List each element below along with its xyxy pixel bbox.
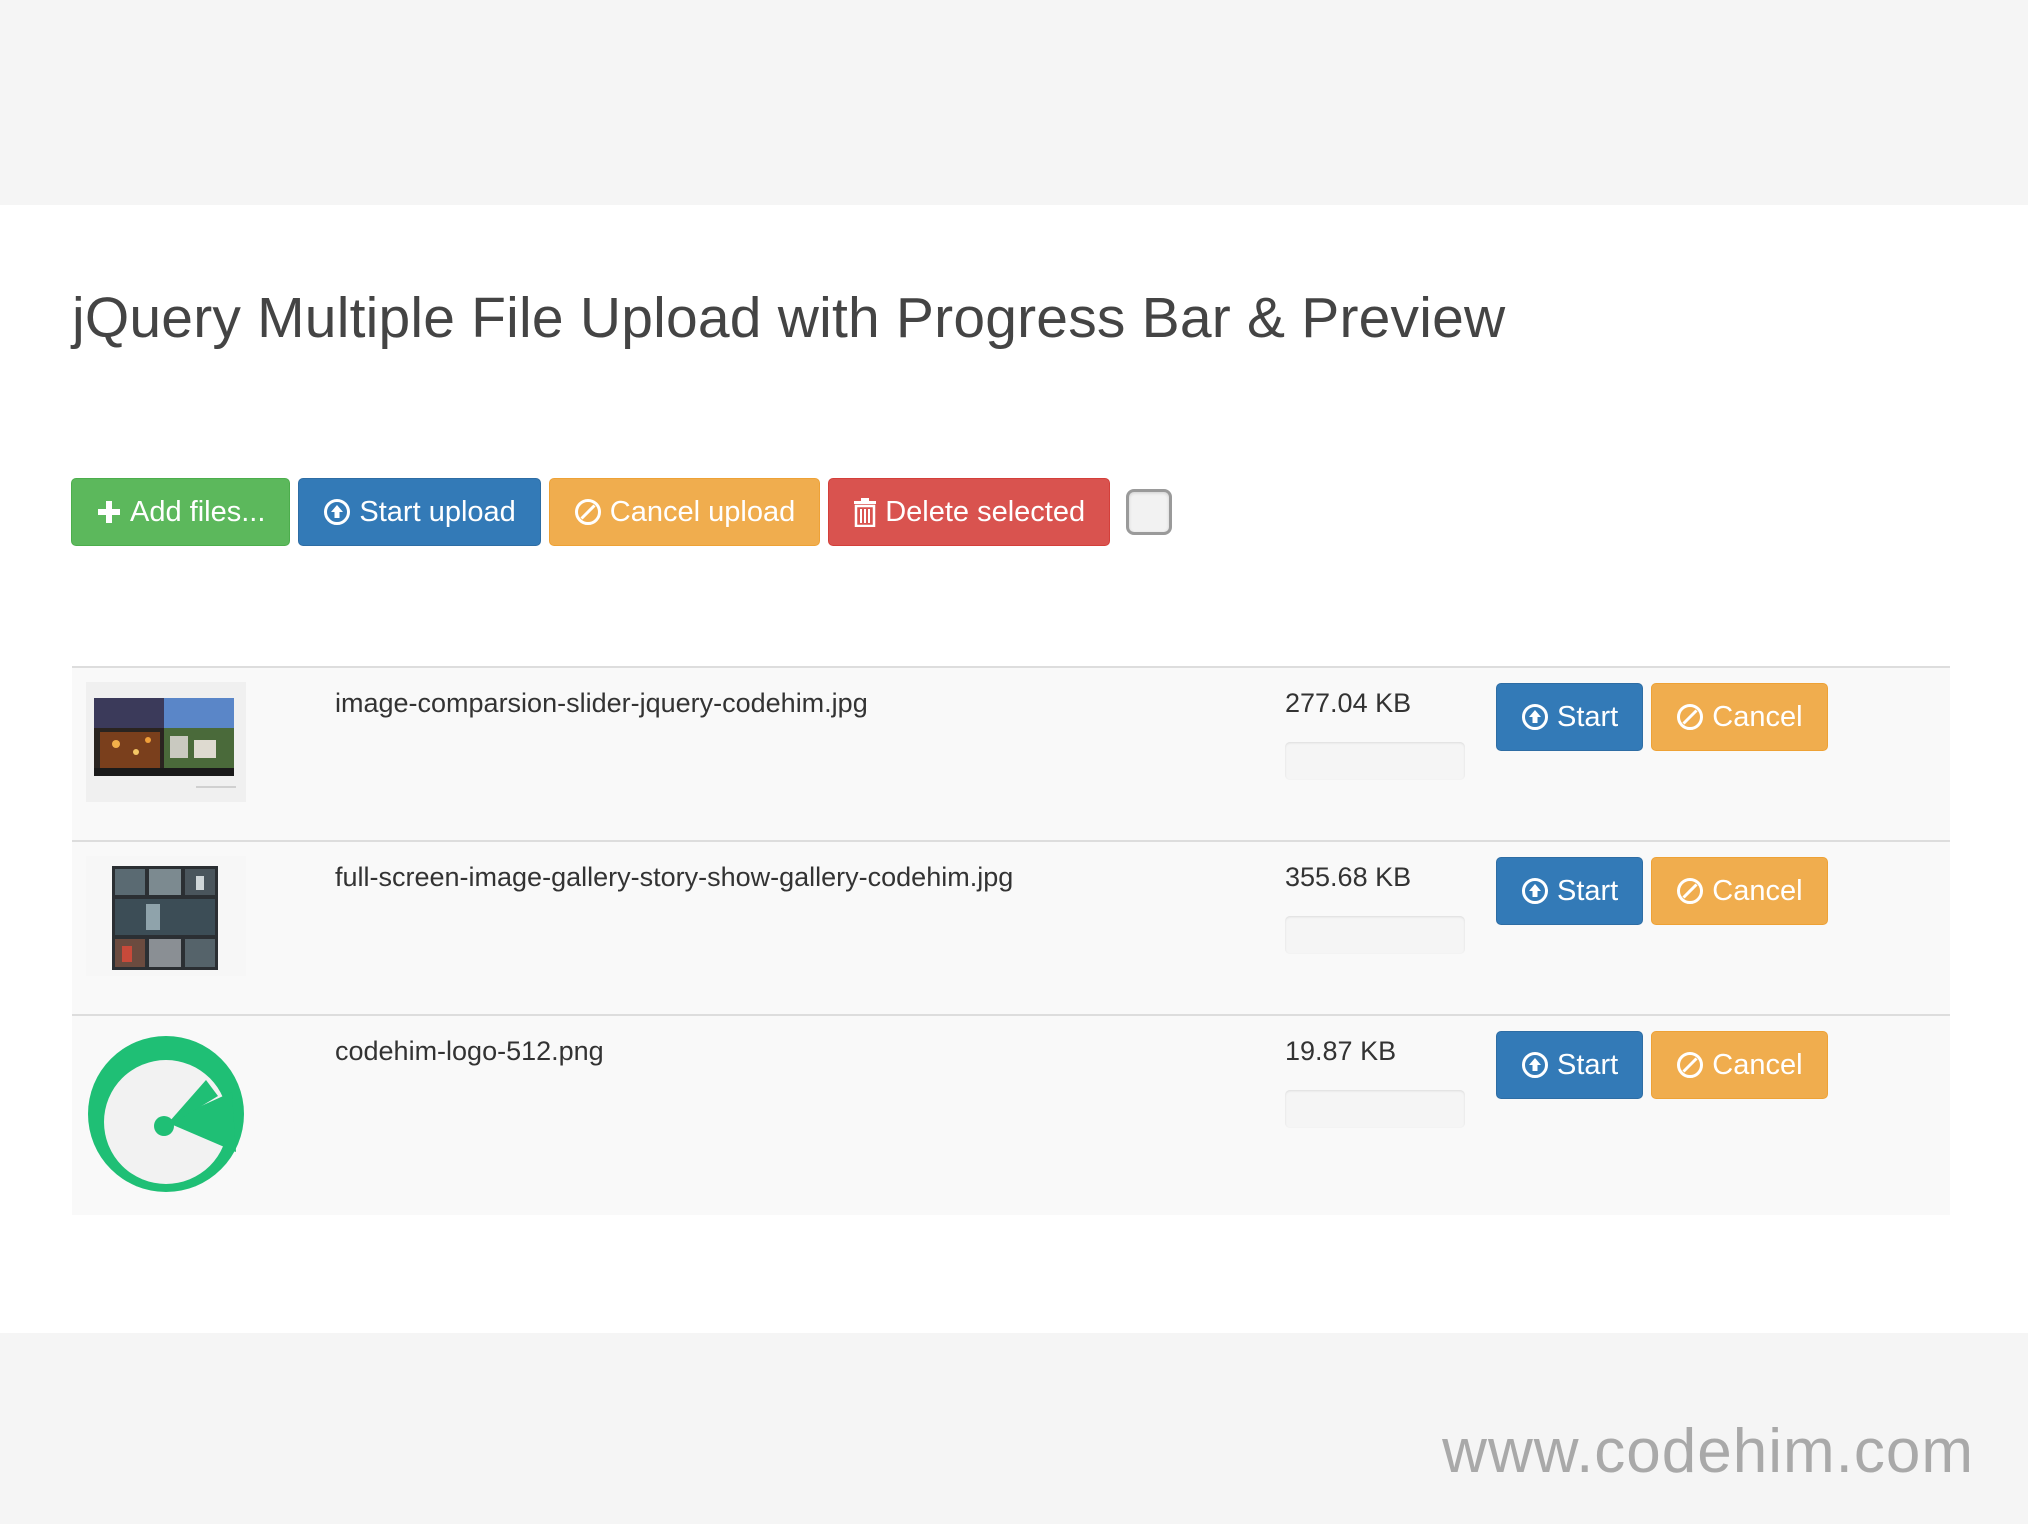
upload-progress (1285, 742, 1465, 780)
row-actions: Start Cancel (1496, 1031, 1836, 1099)
table-row: codehim-logo-512.png 19.87 KB Start Canc… (72, 1014, 1950, 1215)
ban-icon (1676, 1051, 1704, 1079)
start-label: Start (1557, 700, 1619, 733)
row-actions: Start Cancel (1496, 857, 1836, 925)
cancel-upload-label: Cancel upload (609, 495, 796, 528)
start-label: Start (1557, 1048, 1619, 1081)
files-table: image-comparsion-slider-jquery-codehim.j… (72, 666, 1950, 1215)
ban-icon (574, 498, 602, 526)
trash-icon (853, 497, 877, 527)
ban-icon (1676, 703, 1704, 731)
upload-circle-icon (1521, 1051, 1549, 1079)
upload-toolbar: Add files... Start upload Cancel upload … (71, 478, 1173, 546)
start-button[interactable]: Start (1496, 683, 1644, 751)
ban-icon (1676, 877, 1704, 905)
plus-icon (96, 499, 122, 525)
city-photo-thumbnail-icon (86, 682, 246, 802)
select-all-checkbox[interactable] (1126, 489, 1173, 535)
codehim-logo-thumbnail-icon (88, 1036, 244, 1192)
start-button[interactable]: Start (1496, 857, 1644, 925)
upload-progress (1285, 1090, 1465, 1128)
start-upload-button[interactable]: Start upload (298, 478, 541, 546)
file-size: 19.87 KB (1285, 1036, 1397, 1066)
upload-circle-icon (1521, 877, 1549, 905)
file-name: full-screen-image-gallery-story-show-gal… (335, 862, 1014, 892)
upload-progress (1285, 916, 1465, 954)
add-files-label: Add files... (130, 495, 266, 528)
delete-selected-button[interactable]: Delete selected (828, 478, 1111, 546)
upload-circle-icon (1521, 703, 1549, 731)
delete-selected-label: Delete selected (885, 495, 1086, 528)
file-size: 355.68 KB (1285, 862, 1412, 892)
upload-circle-icon (323, 498, 351, 526)
file-name: codehim-logo-512.png (335, 1036, 604, 1066)
table-row: image-comparsion-slider-jquery-codehim.j… (72, 666, 1950, 840)
row-actions: Start Cancel (1496, 683, 1836, 751)
start-button[interactable]: Start (1496, 1031, 1644, 1099)
start-label: Start (1557, 874, 1619, 907)
top-band (0, 0, 2028, 205)
cancel-button[interactable]: Cancel (1651, 683, 1828, 751)
cancel-button[interactable]: Cancel (1651, 857, 1828, 925)
cancel-upload-button[interactable]: Cancel upload (548, 478, 821, 546)
file-size: 277.04 KB (1285, 688, 1412, 718)
cancel-label: Cancel (1712, 874, 1803, 907)
gallery-grid-thumbnail-icon (86, 856, 246, 976)
add-files-button[interactable]: Add files... (71, 478, 291, 546)
cancel-label: Cancel (1712, 700, 1803, 733)
page-title: jQuery Multiple File Upload with Progres… (72, 286, 1506, 350)
main-panel: jQuery Multiple File Upload with Progres… (0, 205, 2028, 1333)
start-upload-label: Start upload (359, 495, 516, 528)
cancel-label: Cancel (1712, 1048, 1803, 1081)
watermark: www.codehim.com (1442, 1417, 1974, 1486)
table-row: full-screen-image-gallery-story-show-gal… (72, 840, 1950, 1014)
cancel-button[interactable]: Cancel (1651, 1031, 1828, 1099)
file-name: image-comparsion-slider-jquery-codehim.j… (335, 688, 868, 718)
